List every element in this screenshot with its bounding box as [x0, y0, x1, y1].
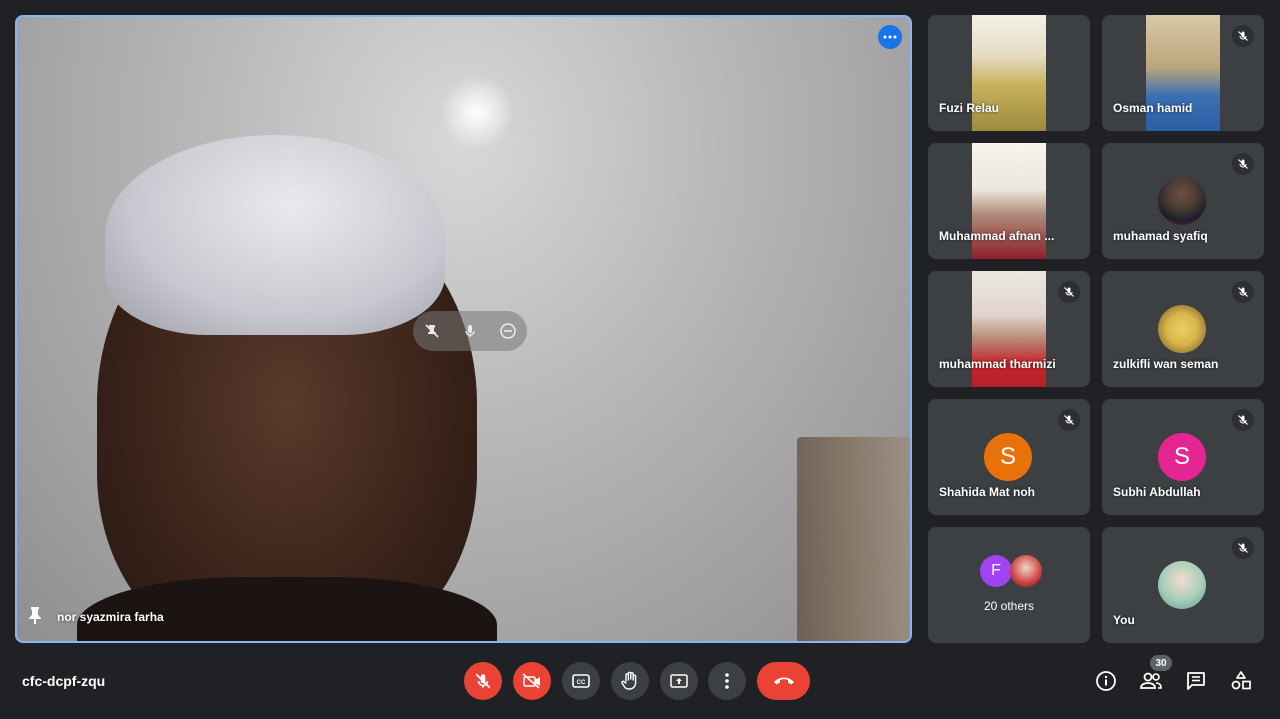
- raise-hand-button[interactable]: [611, 662, 649, 700]
- present-screen-icon: [670, 674, 688, 688]
- info-icon: [1096, 671, 1116, 691]
- activities-icon: [1231, 671, 1251, 690]
- participant-avatar: S: [1158, 433, 1206, 481]
- muted-mic-icon: [1232, 25, 1254, 47]
- camera-off-icon: [522, 673, 540, 689]
- participant-name: Fuzi Relau: [939, 101, 1000, 115]
- others-avatar-photo: [1010, 555, 1042, 587]
- people-icon: [1140, 672, 1162, 689]
- camera-toggle-button[interactable]: [513, 662, 551, 700]
- muted-mic-icon: [1232, 281, 1254, 303]
- pin-icon: [27, 606, 43, 627]
- mic-toggle-button[interactable]: [464, 662, 502, 700]
- participant-tile[interactable]: Osman hamid: [1102, 15, 1264, 131]
- others-avatar-stack: F: [980, 555, 1042, 587]
- ceiling-light: [437, 77, 517, 147]
- participant-count-badge: 30: [1150, 655, 1172, 671]
- muted-mic-icon: [1232, 409, 1254, 431]
- participant-name: muhamad syafiq: [1113, 229, 1208, 243]
- participant-tile[interactable]: muhamad syafiq: [1102, 143, 1264, 259]
- end-call-icon: [773, 677, 794, 685]
- muted-mic-icon: [1232, 153, 1254, 175]
- people-button[interactable]: [1137, 667, 1165, 695]
- captions-icon: CC: [572, 674, 590, 688]
- end-call-button[interactable]: [757, 662, 810, 700]
- participant-tile[interactable]: muhammad tharmizi: [928, 271, 1090, 387]
- self-avatar: [1158, 561, 1206, 609]
- present-button[interactable]: [660, 662, 698, 700]
- muted-mic-icon: [1232, 537, 1254, 559]
- background-doorframe: [797, 437, 910, 641]
- remove-participant-icon[interactable]: [497, 320, 519, 342]
- participant-avatar: S: [984, 433, 1032, 481]
- participant-name: Osman hamid: [1113, 101, 1193, 115]
- mic-off-icon: [475, 673, 491, 689]
- more-options-button[interactable]: [708, 662, 746, 700]
- participant-name: zulkifli wan seman: [1113, 357, 1219, 371]
- tile-hover-controls: [413, 311, 527, 351]
- speaker-name: nor syazmira farha: [57, 609, 164, 624]
- muted-mic-icon: [1058, 409, 1080, 431]
- meeting-code: cfc-dcpf-zqu: [22, 673, 106, 689]
- participant-tile[interactable]: Muhammad afnan ...: [928, 143, 1090, 259]
- pin-off-icon[interactable]: [421, 320, 443, 342]
- svg-text:CC: CC: [577, 680, 586, 686]
- participant-tile[interactable]: S Subhi Abdullah: [1102, 399, 1264, 515]
- participant-avatar: [1158, 305, 1206, 353]
- speaker-cap: [105, 135, 445, 335]
- others-avatar: F: [980, 555, 1012, 587]
- participant-tile[interactable]: S Shahida Mat noh: [928, 399, 1090, 515]
- participant-tile[interactable]: zulkifli wan seman: [1102, 271, 1264, 387]
- participant-avatar: [1158, 177, 1206, 225]
- others-tile[interactable]: F 20 others: [928, 527, 1090, 643]
- raise-hand-icon: [621, 671, 637, 690]
- participant-name: Shahida Mat noh: [939, 485, 1035, 499]
- participant-name: Subhi Abdullah: [1113, 485, 1201, 499]
- captions-button[interactable]: CC: [562, 662, 600, 700]
- meeting-info-button[interactable]: [1092, 667, 1120, 695]
- mute-participant-icon[interactable]: [459, 320, 481, 342]
- activities-button[interactable]: [1227, 667, 1255, 695]
- participant-name: muhammad tharmizi: [939, 357, 1056, 371]
- participant-tile[interactable]: Fuzi Relau: [928, 15, 1090, 131]
- main-video-tile[interactable]: nor syazmira farha: [15, 15, 912, 643]
- tile-more-options-button[interactable]: [878, 25, 902, 49]
- self-name: You: [1113, 613, 1135, 627]
- muted-mic-icon: [1058, 281, 1080, 303]
- speaker-name-label: nor syazmira farha: [27, 606, 164, 627]
- chat-icon: [1187, 672, 1205, 690]
- participant-name: Muhammad afnan ...: [939, 229, 1055, 243]
- others-count-label: 20 others: [983, 599, 1035, 613]
- more-options-icon: [725, 673, 729, 689]
- chat-button[interactable]: [1182, 667, 1210, 695]
- self-tile[interactable]: You: [1102, 527, 1264, 643]
